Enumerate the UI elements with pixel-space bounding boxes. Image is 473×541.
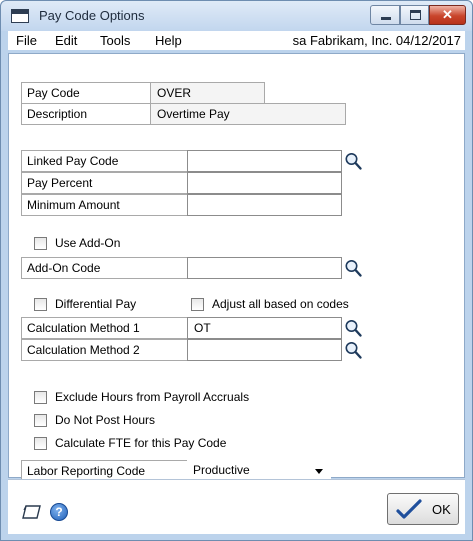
menu-tools[interactable]: Tools [100,33,130,48]
description-value: Overtime Pay [150,103,346,125]
maximize-icon [410,10,421,20]
calculation-method-2-label: Calculation Method 2 [21,339,188,361]
pay-code-label: Pay Code [21,82,151,104]
checkmark-icon [396,499,422,519]
calculation-method-1-field[interactable]: OT [187,317,342,339]
user-company-date-status: sa Fabrikam, Inc. 04/12/2017 [292,33,461,48]
close-icon: ✕ [442,7,453,22]
maximize-button[interactable] [400,5,429,25]
differential-pay-label: Differential Pay [55,297,137,311]
add-on-code-label: Add-On Code [21,257,188,279]
use-add-on-checkbox[interactable] [34,237,47,250]
bottom-toolbar: ? OK [8,479,465,534]
pay-percent-field[interactable] [187,172,342,194]
linked-pay-code-field[interactable] [187,150,342,172]
minimum-amount-field[interactable] [187,194,342,216]
description-label: Description [21,103,151,125]
exclude-hours-checkbox[interactable] [34,391,47,404]
calculation-method-1-lookup-icon[interactable] [343,317,363,339]
calculate-fte-label: Calculate FTE for this Pay Code [55,436,227,450]
title-bar[interactable]: Pay Code Options ✕ [1,1,472,31]
chevron-down-icon [315,469,323,474]
close-button[interactable]: ✕ [429,5,466,25]
use-add-on-label: Use Add-On [55,236,121,250]
help-icon[interactable]: ? [50,503,68,521]
calculation-method-2-lookup-icon[interactable] [343,339,363,361]
minimum-amount-label: Minimum Amount [21,194,188,216]
add-on-code-lookup-icon[interactable] [343,257,363,279]
labor-reporting-code-value: Productive [193,463,250,477]
minimize-icon [381,17,391,20]
pay-code-value: OVER [150,82,265,104]
calculation-method-1-label: Calculation Method 1 [21,317,188,339]
menu-edit[interactable]: Edit [55,33,77,48]
add-on-code-field[interactable] [187,257,342,279]
linked-pay-code-lookup-icon[interactable] [343,150,363,172]
note-icon[interactable] [22,504,42,520]
window-icon [11,9,29,23]
pay-percent-label: Pay Percent [21,172,188,194]
pay-code-options-window: Pay Code Options ✕ File Edit Tools Help … [0,0,473,541]
menu-file[interactable]: File [16,33,37,48]
menu-help[interactable]: Help [155,33,182,48]
do-not-post-hours-checkbox[interactable] [34,414,47,427]
ok-button[interactable]: OK [387,493,459,525]
exclude-hours-label: Exclude Hours from Payroll Accruals [55,390,250,404]
ok-label: OK [432,502,451,517]
calculation-method-2-field[interactable] [187,339,342,361]
menu-bar: File Edit Tools Help sa Fabrikam, Inc. 0… [8,31,465,50]
adjust-all-checkbox[interactable] [191,298,204,311]
differential-pay-checkbox[interactable] [34,298,47,311]
minimize-button[interactable] [370,5,400,25]
do-not-post-hours-label: Do Not Post Hours [55,413,156,427]
pay-code-options-form: Pay Code OVER Description Overtime Pay L… [8,53,465,482]
linked-pay-code-label: Linked Pay Code [21,150,188,172]
window-title: Pay Code Options [39,8,145,23]
calculate-fte-checkbox[interactable] [34,437,47,450]
adjust-all-label: Adjust all based on codes [212,297,349,311]
